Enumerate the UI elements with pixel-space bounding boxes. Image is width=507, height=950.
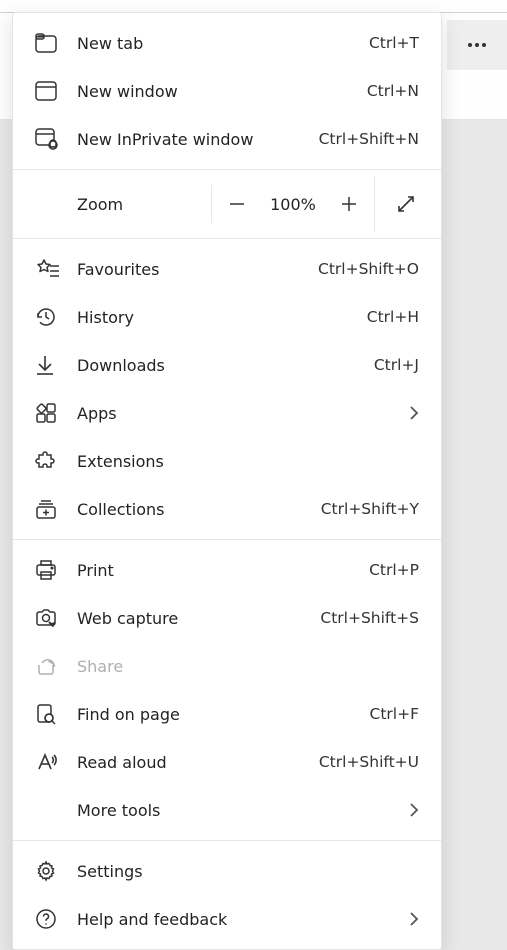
menu-label: Read aloud [77, 753, 319, 772]
more-icon [467, 42, 487, 48]
menu-item-collections[interactable]: Collections Ctrl+Shift+Y [13, 485, 441, 533]
menu-separator [13, 238, 441, 239]
menu-item-history[interactable]: History Ctrl+H [13, 293, 441, 341]
menu-item-inprivate[interactable]: New InPrivate window Ctrl+Shift+N [13, 115, 441, 163]
menu-shortcut: Ctrl+Shift+Y [321, 500, 419, 518]
menu-label: Share [77, 657, 419, 676]
history-icon [35, 306, 77, 328]
menu-shortcut: Ctrl+P [369, 561, 419, 579]
minus-icon [228, 195, 246, 213]
help-icon [35, 908, 77, 930]
web-capture-icon [35, 607, 77, 629]
menu-label: Collections [77, 500, 321, 519]
settings-icon [35, 860, 77, 882]
menu-separator [13, 539, 441, 540]
menu-label: Help and feedback [77, 910, 409, 929]
favourites-icon [35, 258, 77, 280]
share-icon [35, 655, 77, 677]
menu-label: New window [77, 82, 367, 101]
menu-label: Favourites [77, 260, 318, 279]
menu-label: Web capture [77, 609, 320, 628]
menu-item-extensions[interactable]: Extensions [13, 437, 441, 485]
read-aloud-icon [35, 751, 77, 773]
menu-shortcut: Ctrl+J [374, 356, 419, 374]
menu-shortcut: Ctrl+Shift+S [320, 609, 419, 627]
menu-item-find[interactable]: Find on page Ctrl+F [13, 690, 441, 738]
menu-shortcut: Ctrl+Shift+N [319, 130, 419, 148]
zoom-out-button[interactable] [212, 176, 262, 232]
print-icon [35, 559, 77, 581]
menu-label: Apps [77, 404, 409, 423]
inprivate-icon [35, 128, 77, 150]
zoom-in-button[interactable] [324, 176, 374, 232]
menu-separator [13, 169, 441, 170]
menu-item-more-tools[interactable]: More tools [13, 786, 441, 834]
menu-separator [13, 840, 441, 841]
find-icon [35, 703, 77, 725]
menu-item-read-aloud[interactable]: Read aloud Ctrl+Shift+U [13, 738, 441, 786]
menu-label: More tools [77, 801, 409, 820]
collections-icon [35, 498, 77, 520]
menu-item-web-capture[interactable]: Web capture Ctrl+Shift+S [13, 594, 441, 642]
menu-item-share: Share [13, 642, 441, 690]
menu-label: New tab [77, 34, 369, 53]
menu-shortcut: Ctrl+N [367, 82, 419, 100]
menu-item-help[interactable]: Help and feedback [13, 895, 441, 943]
menu-item-new-window[interactable]: New window Ctrl+N [13, 67, 441, 115]
fullscreen-button[interactable] [374, 176, 436, 232]
menu-item-new-tab[interactable]: New tab Ctrl+T [13, 19, 441, 67]
menu-item-favourites[interactable]: Favourites Ctrl+Shift+O [13, 245, 441, 293]
menu-label: Find on page [77, 705, 370, 724]
settings-menu: New tab Ctrl+T New window Ctrl+N New InP… [12, 12, 442, 950]
fullscreen-icon [396, 194, 416, 214]
menu-shortcut: Ctrl+Shift+U [319, 753, 419, 771]
menu-label: History [77, 308, 367, 327]
menu-label: Print [77, 561, 369, 580]
menu-shortcut: Ctrl+Shift+O [318, 260, 419, 278]
chevron-right-icon [409, 405, 419, 421]
menu-item-settings[interactable]: Settings [13, 847, 441, 895]
menu-label: Downloads [77, 356, 374, 375]
menu-shortcut: Ctrl+T [369, 34, 419, 52]
menu-shortcut: Ctrl+H [367, 308, 419, 326]
menu-item-print[interactable]: Print Ctrl+P [13, 546, 441, 594]
menu-item-downloads[interactable]: Downloads Ctrl+J [13, 341, 441, 389]
extensions-icon [35, 450, 77, 472]
chevron-right-icon [409, 802, 419, 818]
plus-icon [339, 194, 359, 214]
menu-label: Extensions [77, 452, 419, 471]
zoom-row: Zoom 100% [13, 176, 441, 232]
apps-icon [35, 402, 77, 424]
new-tab-icon [35, 33, 77, 53]
more-button[interactable] [447, 20, 507, 70]
menu-label: New InPrivate window [77, 130, 319, 149]
zoom-level: 100% [262, 195, 324, 214]
zoom-label: Zoom [77, 195, 211, 214]
menu-shortcut: Ctrl+F [370, 705, 419, 723]
chevron-right-icon [409, 911, 419, 927]
menu-item-apps[interactable]: Apps [13, 389, 441, 437]
downloads-icon [35, 354, 77, 376]
menu-label: Settings [77, 862, 419, 881]
new-window-icon [35, 81, 77, 101]
